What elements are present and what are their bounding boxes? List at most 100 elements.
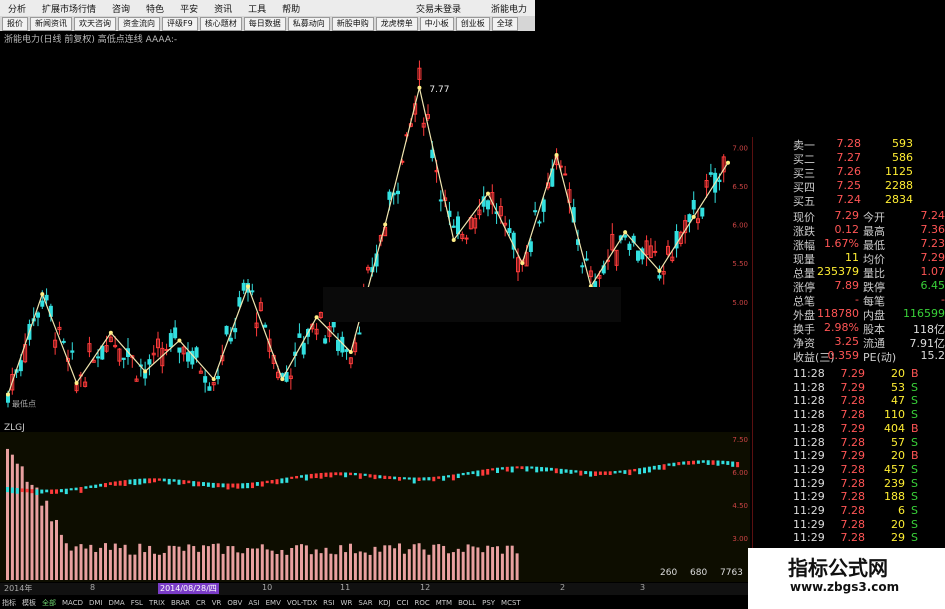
sub-candle <box>412 477 416 484</box>
tick-volume: 29 <box>891 531 905 545</box>
indicator-tab[interactable]: CR <box>196 599 206 607</box>
toolbar-button[interactable]: 资金流向 <box>118 16 160 31</box>
menu-item[interactable]: 工具 <box>240 2 274 15</box>
indicator-tab[interactable]: KDJ <box>379 599 391 607</box>
quote-row: 11:29 7.28 457 S <box>753 463 945 477</box>
sub-candle <box>461 472 465 476</box>
indicator-tab[interactable]: SAR <box>358 599 372 607</box>
sub-candle <box>133 479 137 486</box>
volume-bar <box>123 544 127 580</box>
indicator-tab[interactable]: DMI <box>89 599 103 607</box>
date-mark: 2014年 <box>4 584 33 593</box>
candle-body <box>40 300 45 307</box>
sub-candle <box>388 476 392 479</box>
toolbar-button[interactable]: 创业板 <box>455 16 490 31</box>
sub-candle <box>113 481 117 486</box>
pivot-dot <box>520 261 525 266</box>
sub-indicator-chart[interactable]: 7.50 6.00 4.50 3.00 <box>0 432 750 582</box>
candle-body <box>70 350 75 353</box>
volume-bar <box>162 552 166 580</box>
menu-right-item[interactable]: 交易未登录 <box>408 2 469 15</box>
volume-bar <box>451 552 455 580</box>
sub-candle <box>319 472 323 479</box>
indicator-tab[interactable]: CCI <box>397 599 409 607</box>
pivot-dot <box>486 191 490 196</box>
indicator-tab[interactable]: FSL <box>131 599 143 607</box>
sub-candle <box>535 466 539 473</box>
indicator-tab[interactable]: MCST <box>501 599 521 607</box>
tick-time: 11:28 <box>793 408 825 422</box>
candle-body <box>708 172 713 175</box>
quote-row: 11:29 7.28 6 S <box>753 504 945 518</box>
sub-axis-label: 3.00 <box>732 535 748 543</box>
sub-candle <box>584 471 588 475</box>
indicator-tab[interactable]: EMV <box>266 599 281 607</box>
menu-item[interactable]: 平安 <box>172 2 206 15</box>
toolbar-button[interactable]: 核心题材 <box>199 16 242 31</box>
sub-candle <box>324 472 328 477</box>
volume-number: 680 <box>690 568 708 578</box>
indicator-tab[interactable]: DMA <box>108 599 124 607</box>
indicator-tab[interactable]: VR <box>212 599 222 607</box>
toolbar-button[interactable]: 私募动向 <box>287 16 330 31</box>
indicator-tab[interactable]: 模板 <box>22 598 36 608</box>
stat-value: 2.98% <box>824 321 859 334</box>
toolbar-button[interactable]: 全球 <box>491 16 518 31</box>
indicator-tab[interactable]: BOLL <box>458 599 476 607</box>
menu-item[interactable]: 帮助 <box>274 2 308 15</box>
menu-item[interactable]: 扩展市场行情 <box>34 2 104 15</box>
volume-bar <box>334 554 338 580</box>
indicator-tab[interactable]: WR <box>341 599 353 607</box>
sub-candle <box>157 478 161 481</box>
order-volume: 2288 <box>885 179 913 192</box>
stat-value: 0.12 <box>834 223 860 236</box>
sub-candle <box>417 477 421 481</box>
volume-bar <box>432 544 436 580</box>
menu-right-item[interactable]: 浙能电力 <box>483 2 535 15</box>
tick-volume: 20 <box>891 517 905 531</box>
menu-item[interactable]: 分析 <box>0 2 34 15</box>
sub-candle <box>447 475 450 478</box>
tick-price: 7.28 <box>840 517 866 531</box>
toolbar-button[interactable]: 每日数据 <box>243 16 286 31</box>
indicator-tab[interactable]: MACD <box>62 599 83 607</box>
indicator-tab[interactable]: TRIX <box>149 599 165 607</box>
indicator-tab[interactable]: VOL-TDX <box>287 599 317 607</box>
indicator-tab[interactable]: PSY <box>482 599 495 607</box>
sub-candle <box>187 480 191 484</box>
indicator-tab[interactable]: RSI <box>323 599 334 607</box>
indicator-tab[interactable]: BRAR <box>171 599 190 607</box>
peak-label: 7.77 <box>429 85 449 95</box>
sub-candle <box>177 479 181 485</box>
quote-row: 收益(三) 0.359 PE(动) 15.2 <box>753 349 945 364</box>
toolbar-button[interactable]: 评级F9 <box>162 16 198 31</box>
indicator-tab[interactable]: ROC <box>414 599 429 607</box>
volume-bar <box>319 553 323 580</box>
menu-item[interactable]: 资讯 <box>206 2 240 15</box>
sub-candle <box>549 467 553 471</box>
indicator-tab[interactable]: 指标 <box>2 598 16 608</box>
toolbar-button[interactable]: 中小板 <box>419 16 454 31</box>
indicator-tab[interactable]: 全部 <box>42 598 56 608</box>
sub-candle <box>123 480 127 487</box>
menu-item[interactable]: 咨询 <box>104 2 138 15</box>
date-mark: 2 <box>560 583 566 592</box>
pivot-dot <box>6 392 10 397</box>
tick-direction: S <box>911 435 918 449</box>
sub-candle <box>285 477 289 483</box>
sub-candle <box>505 466 509 472</box>
toolbar-button[interactable]: 欢天咨询 <box>74 16 116 31</box>
toolbar-button[interactable]: 新股申购 <box>331 16 374 31</box>
indicator-tab[interactable]: MTM <box>436 599 452 607</box>
menu-item[interactable]: 特色 <box>138 2 172 15</box>
candle-body <box>96 356 100 359</box>
indicator-tab[interactable]: ASI <box>248 599 259 607</box>
toolbar-button[interactable]: 新闻资讯 <box>30 16 72 31</box>
toolbar-button[interactable]: 报价 <box>2 16 28 31</box>
indicator-tab[interactable]: OBV <box>227 599 242 607</box>
toolbar-button[interactable]: 龙虎榜单 <box>375 16 418 31</box>
sub-candle <box>211 482 215 488</box>
sub-candle <box>643 467 646 474</box>
sub-candle <box>456 473 460 479</box>
volume-bar <box>108 549 112 580</box>
